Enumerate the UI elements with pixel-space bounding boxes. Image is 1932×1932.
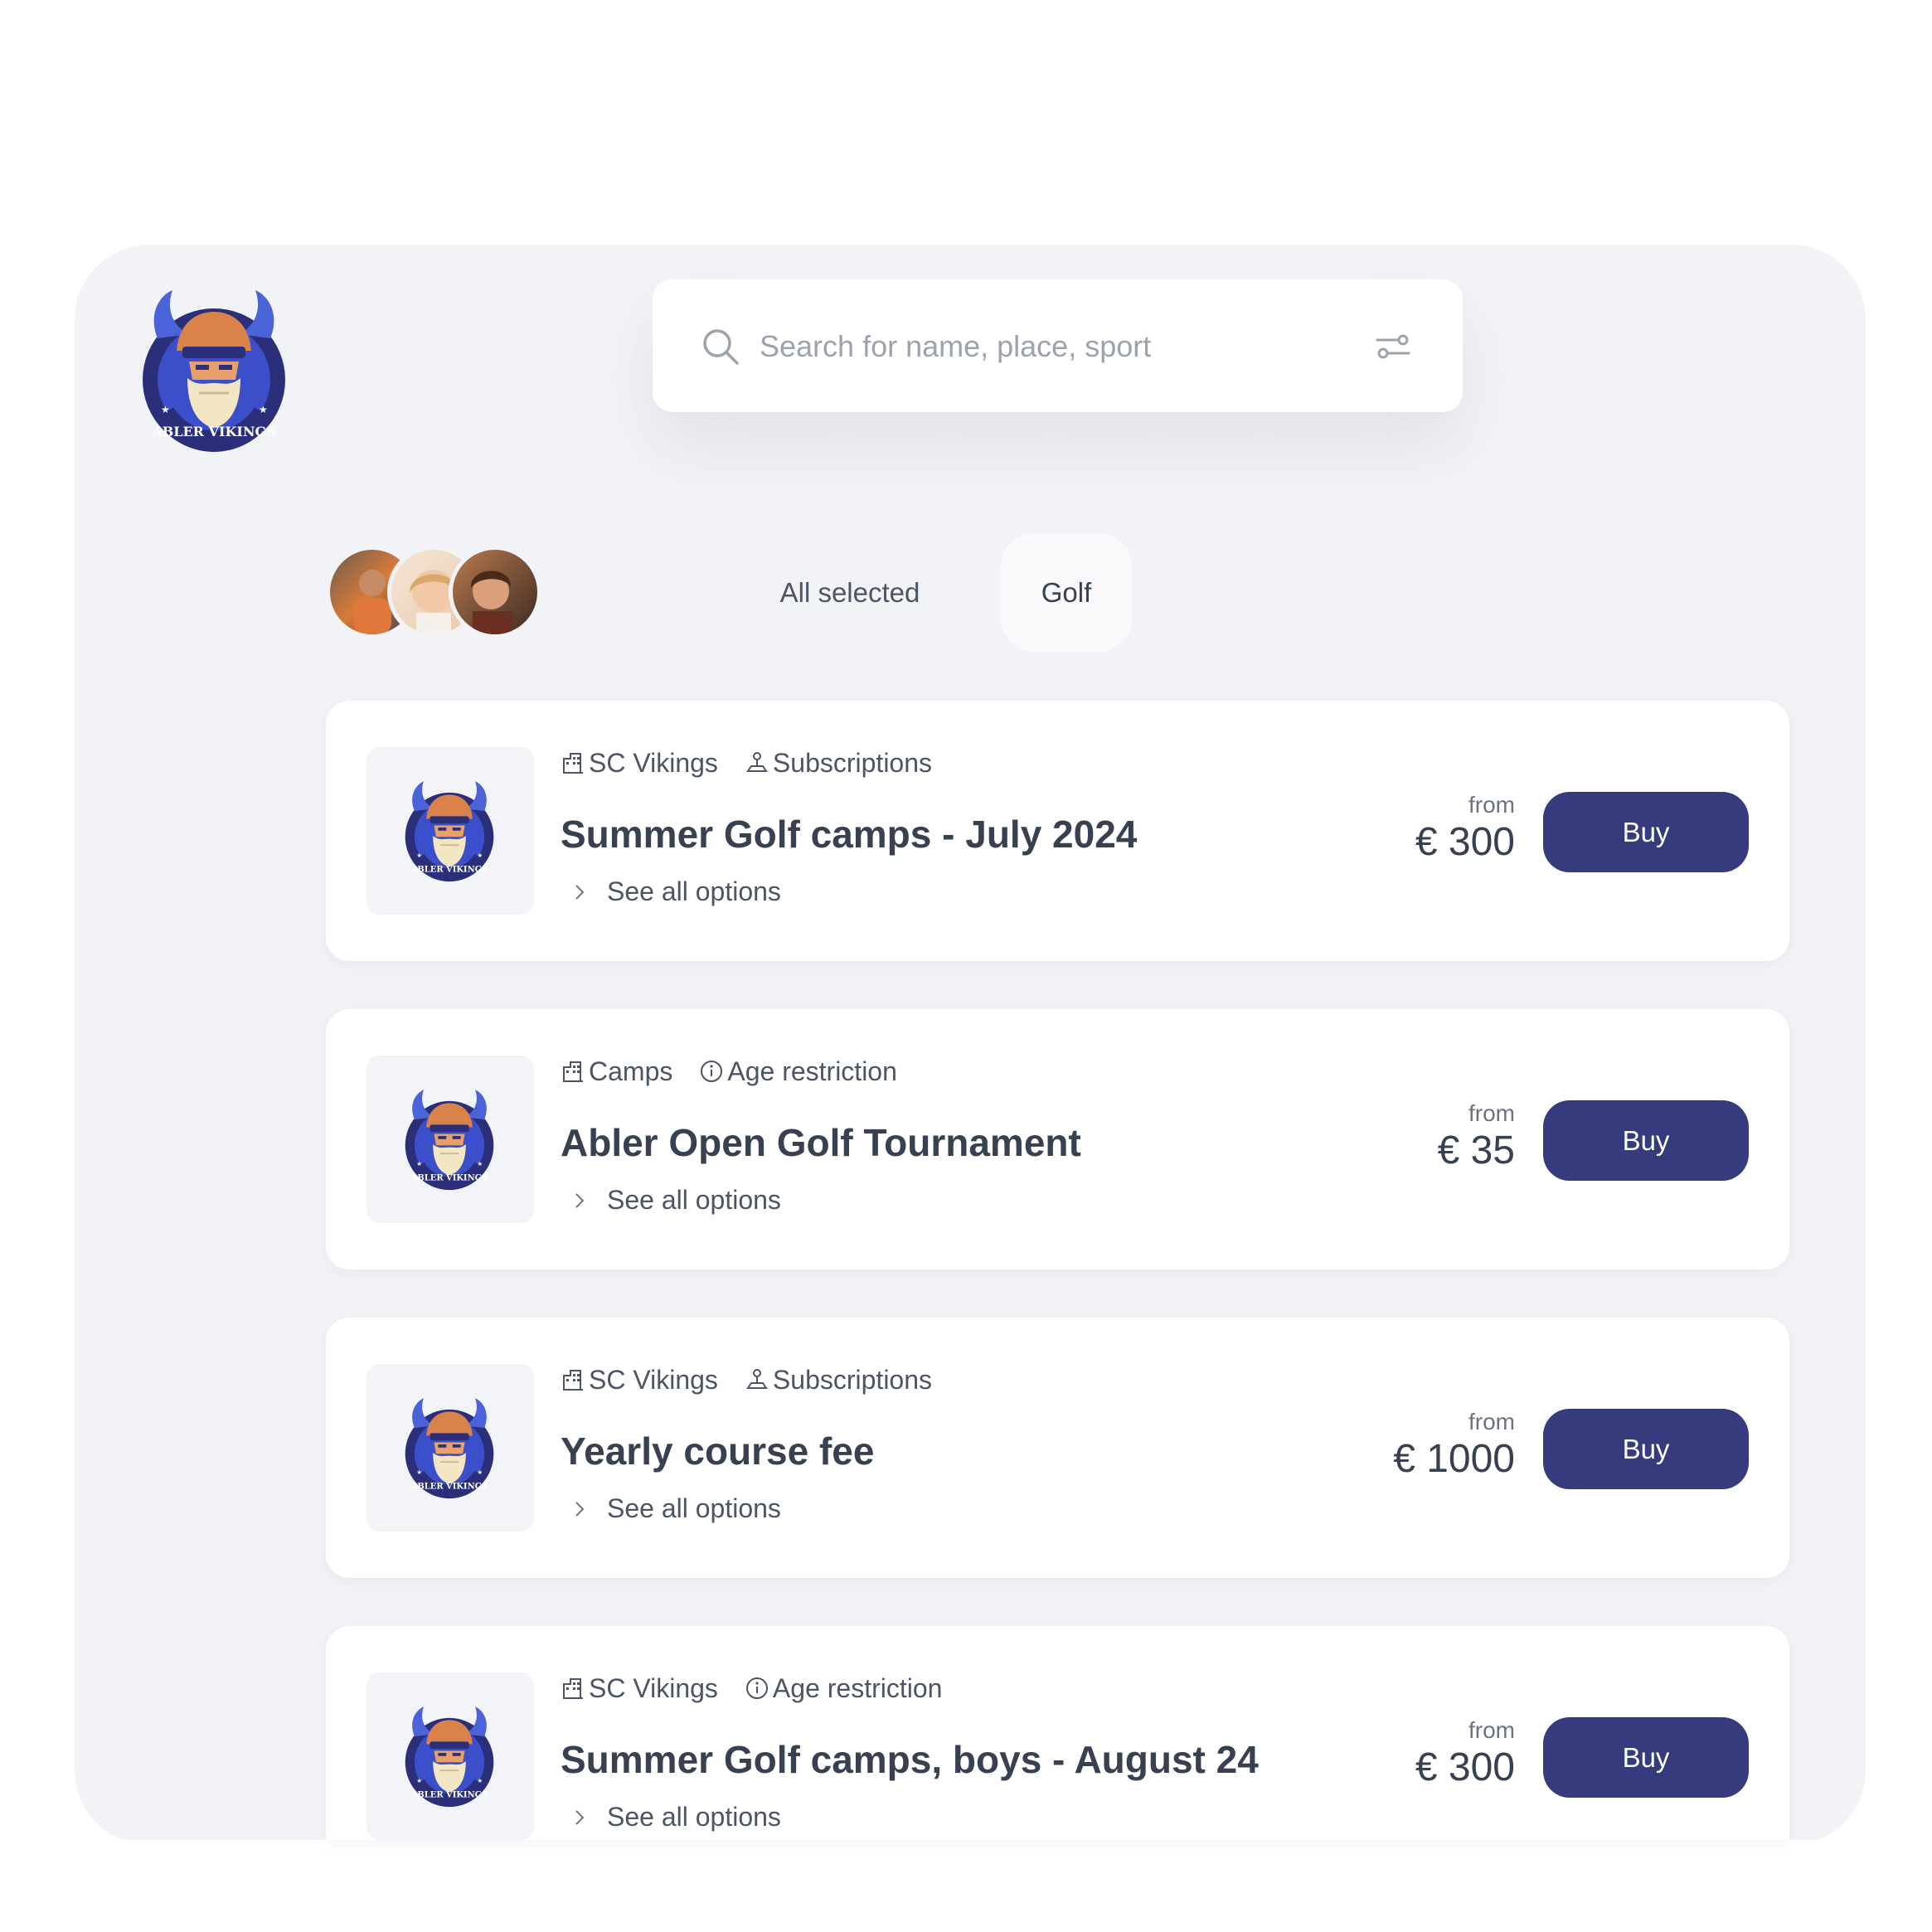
category-tag: Subscriptions xyxy=(745,748,932,779)
listing-title[interactable]: Summer Golf camps - July 2024 xyxy=(561,812,1137,857)
club-tag: SC Vikings xyxy=(561,1365,718,1396)
club-logo-icon xyxy=(403,1089,496,1192)
building-icon xyxy=(563,1061,583,1082)
chevron-right-icon xyxy=(575,884,585,900)
see-all-options-label: See all options xyxy=(607,876,781,906)
listing-thumbnail xyxy=(366,1056,534,1223)
category-tag: Age restriction xyxy=(745,1672,943,1704)
listing-thumbnail xyxy=(366,747,534,915)
club-name: SC Vikings xyxy=(589,1364,718,1395)
member-avatars[interactable] xyxy=(326,546,541,638)
club-tag: SC Vikings xyxy=(561,748,718,779)
sliders-icon[interactable] xyxy=(1374,328,1412,366)
building-icon xyxy=(563,1370,583,1391)
joystick-icon xyxy=(746,1369,768,1389)
listing-thumbnail xyxy=(366,1672,534,1840)
price-from-label: from xyxy=(1468,1100,1515,1126)
buy-button[interactable]: Buy xyxy=(1543,792,1749,872)
see-all-options-link[interactable]: See all options xyxy=(570,1185,781,1216)
club-logo-icon[interactable] xyxy=(139,289,289,454)
listing-meta: SC Vikings Age restriction xyxy=(561,1667,942,1709)
buy-button[interactable]: Buy xyxy=(1543,1409,1749,1489)
price-value: € 300 xyxy=(1415,1745,1515,1789)
see-all-options-label: See all options xyxy=(607,1493,781,1523)
listing-meta: SC Vikings Subscriptions xyxy=(561,742,932,784)
price-from-label: from xyxy=(1468,1717,1515,1743)
all-selected-filter[interactable]: All selected xyxy=(759,568,941,618)
price-block: from € 1000 xyxy=(1393,1409,1515,1483)
golf-filter-chip[interactable]: Golf xyxy=(1001,533,1132,652)
club-name: Camps xyxy=(589,1056,673,1086)
buy-button[interactable]: Buy xyxy=(1543,1717,1749,1798)
listing-title[interactable]: Summer Golf camps, boys - August 24 xyxy=(561,1737,1259,1782)
category-label: Age restriction xyxy=(727,1056,897,1086)
listing-thumbnail xyxy=(366,1364,534,1532)
see-all-options-link[interactable]: See all options xyxy=(570,876,781,907)
listing-title[interactable]: Abler Open Golf Tournament xyxy=(561,1120,1081,1165)
joystick-icon xyxy=(746,752,768,772)
listing-meta: SC Vikings Subscriptions xyxy=(561,1359,932,1400)
building-icon xyxy=(563,1678,583,1699)
club-tag: Camps xyxy=(561,1056,672,1087)
chevron-right-icon xyxy=(575,1809,585,1825)
club-name: SC Vikings xyxy=(589,1672,718,1703)
listing-meta: Camps Age restriction xyxy=(561,1051,897,1092)
search-bar xyxy=(653,279,1463,412)
search-icon xyxy=(703,329,739,365)
club-name: SC Vikings xyxy=(589,747,718,778)
price-block: from € 300 xyxy=(1415,1717,1515,1792)
price-from-label: from xyxy=(1468,1409,1515,1434)
listing-card[interactable]: SC Vikings Subscriptions Summer Golf cam… xyxy=(326,701,1789,961)
search-input[interactable] xyxy=(758,313,1342,381)
info-icon xyxy=(745,1677,768,1699)
listing-card[interactable]: SC Vikings Age restriction Summer Golf c… xyxy=(326,1626,1789,1840)
see-all-options-link[interactable]: See all options xyxy=(570,1493,781,1524)
price-value: € 300 xyxy=(1415,820,1515,864)
building-icon xyxy=(563,753,583,774)
buy-button[interactable]: Buy xyxy=(1543,1100,1749,1181)
see-all-options-label: See all options xyxy=(607,1185,781,1215)
price-from-label: from xyxy=(1468,792,1515,818)
avatar[interactable] xyxy=(449,546,541,638)
category-tag: Subscriptions xyxy=(745,1365,932,1396)
category-label: Subscriptions xyxy=(772,1364,933,1395)
category-label: Subscriptions xyxy=(772,747,933,778)
info-icon xyxy=(701,1061,723,1082)
category-tag: Age restriction xyxy=(699,1056,897,1087)
chevron-right-icon xyxy=(575,1501,585,1517)
price-value: € 1000 xyxy=(1393,1437,1515,1481)
see-all-options-link[interactable]: See all options xyxy=(570,1802,781,1832)
club-logo-icon xyxy=(403,1397,496,1500)
listing-card[interactable]: Camps Age restriction Abler Open Golf To… xyxy=(326,1009,1789,1269)
club-tag: SC Vikings xyxy=(561,1673,718,1704)
price-block: from € 300 xyxy=(1415,792,1515,866)
category-label: Age restriction xyxy=(772,1672,943,1703)
club-logo-icon xyxy=(403,1706,496,1808)
panel-bottom-edge xyxy=(0,1840,1932,1932)
chevron-right-icon xyxy=(575,1192,585,1208)
listing-title[interactable]: Yearly course fee xyxy=(561,1429,874,1473)
page: All selected Golf SC Vikings Subscriptio… xyxy=(0,0,1932,1932)
price-block: from € 35 xyxy=(1438,1100,1515,1175)
club-logo-icon xyxy=(403,780,496,883)
see-all-options-label: See all options xyxy=(607,1802,781,1832)
price-value: € 35 xyxy=(1437,1129,1515,1172)
listing-card[interactable]: SC Vikings Subscriptions Yearly course f… xyxy=(326,1318,1789,1578)
